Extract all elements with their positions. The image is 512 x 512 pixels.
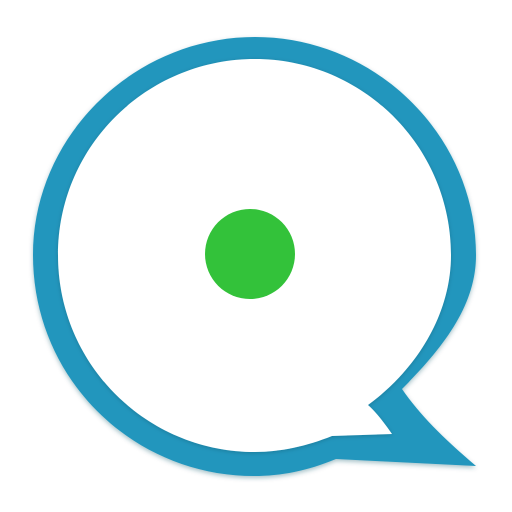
chat-bubble-icon [33, 37, 476, 476]
icon-canvas [0, 0, 512, 512]
status-dot [205, 209, 295, 299]
